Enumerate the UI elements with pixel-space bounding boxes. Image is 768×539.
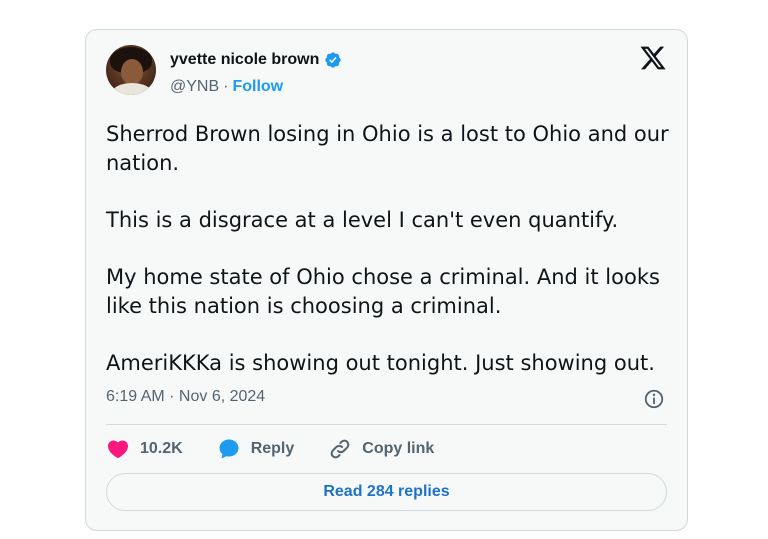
author-name-row: yvette nicole brown xyxy=(170,51,342,69)
author-handle[interactable]: @YNB xyxy=(170,78,219,96)
tweet-paragraph: My home state of Ohio chose a criminal. … xyxy=(106,265,660,318)
heart-icon xyxy=(107,440,129,459)
link-icon xyxy=(330,439,350,459)
action-bar: 10.2K Reply Copy link xyxy=(106,437,468,461)
copy-link-button[interactable]: Copy link xyxy=(328,437,434,461)
follow-button[interactable]: Follow xyxy=(232,78,283,96)
tweet-paragraph: AmeriKKKa is showing out tonight. Just s… xyxy=(106,351,655,375)
x-logo-icon[interactable] xyxy=(639,44,667,72)
speech-bubble-icon xyxy=(219,439,239,459)
handle-separator: · xyxy=(223,78,229,95)
tweet-text: Sherrod Brown losing in Ohio is a lost t… xyxy=(106,120,672,378)
info-icon[interactable] xyxy=(643,388,665,410)
divider xyxy=(106,424,667,425)
like-count: 10.2K xyxy=(140,440,183,457)
read-replies-button[interactable]: Read 284 replies xyxy=(106,473,667,511)
reply-button[interactable]: Reply xyxy=(217,437,295,461)
avatar[interactable] xyxy=(106,45,156,95)
avatar-shirt xyxy=(112,83,152,95)
reply-label: Reply xyxy=(250,440,295,457)
tweet-timestamp[interactable]: 6:19 AM · Nov 6, 2024 xyxy=(106,388,265,406)
tweet-card: yvette nicole brown @YNB · Follow Sherro… xyxy=(85,29,688,531)
author-name[interactable]: yvette nicole brown xyxy=(170,51,319,69)
copy-link-label: Copy link xyxy=(362,440,435,457)
tweet-paragraph: This is a disgrace at a level I can't ev… xyxy=(106,208,619,232)
avatar-face xyxy=(121,59,143,85)
tweet-paragraph: Sherrod Brown losing in Ohio is a lost t… xyxy=(106,122,669,175)
verified-badge-icon xyxy=(325,52,342,68)
like-button[interactable]: 10.2K xyxy=(106,437,183,461)
author-handle-row: @YNB · Follow xyxy=(170,78,283,96)
